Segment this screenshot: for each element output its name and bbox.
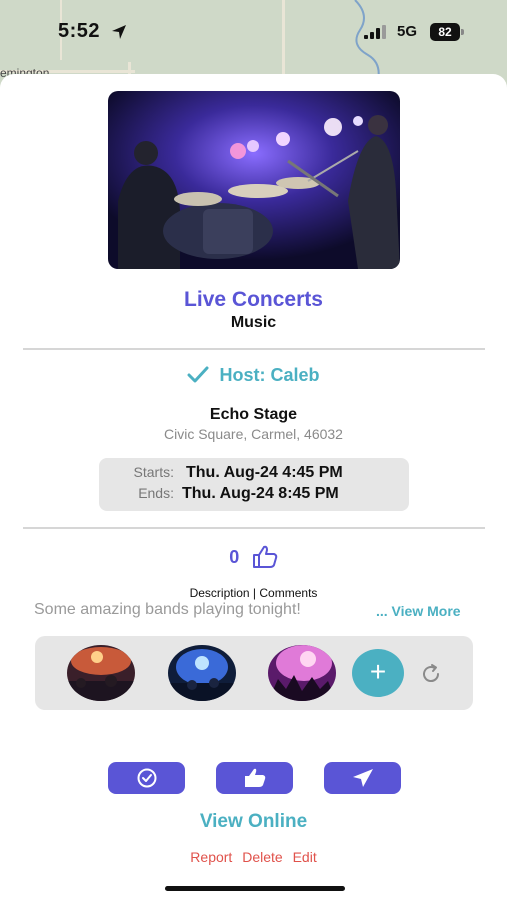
gallery-photo[interactable]: [67, 645, 135, 701]
description-text: Some amazing bands playing tonight!: [34, 601, 301, 618]
venue-address: Civic Square, Carmel, 46032: [164, 426, 343, 442]
starts-value: Thu. Aug-24 4:45 PM: [186, 464, 343, 481]
view-more-link[interactable]: ... View More: [376, 603, 461, 619]
view-online-link[interactable]: View Online: [0, 811, 507, 833]
likes-row: 0: [0, 545, 507, 569]
gallery-photo[interactable]: [268, 645, 336, 701]
report-link[interactable]: Report: [190, 849, 232, 865]
status-bar: 5:52 5G 82: [0, 0, 507, 62]
thumbs-up-outline-icon[interactable]: [252, 545, 278, 569]
battery-level: 82: [430, 23, 460, 41]
gallery-photo[interactable]: [168, 645, 236, 701]
delete-link[interactable]: Delete: [242, 849, 282, 865]
location-arrow-icon: [112, 25, 126, 39]
thumbs-up-icon: [245, 768, 266, 787]
event-detail-sheet: Live Concerts Music Host: Caleb Echo Sta…: [0, 74, 507, 900]
send-arrow-icon: [353, 769, 373, 787]
signal-bars-icon: [364, 25, 386, 39]
starts-label: Starts:: [133, 464, 174, 480]
divider: [23, 348, 485, 350]
description-comments-tabs[interactable]: Description | Comments: [0, 586, 507, 600]
venue-name: Echo Stage: [209, 406, 298, 423]
divider: [23, 527, 485, 529]
status-time: 5:52: [58, 20, 101, 42]
refresh-icon[interactable]: [420, 663, 442, 685]
like-count: 0: [229, 546, 240, 567]
ends-label: Ends:: [138, 485, 174, 501]
battery-icon: 82: [430, 23, 466, 41]
event-category: Music: [230, 314, 277, 331]
ends-value: Thu. Aug-24 8:45 PM: [182, 485, 339, 502]
host-row: Host: Caleb: [0, 365, 507, 386]
event-title: Live Concerts: [184, 288, 323, 311]
network-type: 5G: [397, 23, 418, 40]
ends-row: Ends: Thu. Aug-24 8:45 PM: [99, 485, 409, 507]
like-button[interactable]: [216, 762, 293, 794]
event-time-box: Starts: Thu. Aug-24 4:45 PM Ends: Thu. A…: [99, 458, 409, 511]
add-photo-button[interactable]: +: [352, 649, 404, 697]
share-button[interactable]: [324, 762, 401, 794]
home-indicator: [165, 886, 345, 891]
host-label: Host: Caleb: [219, 365, 320, 385]
check-in-button[interactable]: [108, 762, 185, 794]
check-icon: [187, 366, 209, 383]
check-circle-icon: [137, 768, 157, 788]
starts-row: Starts: Thu. Aug-24 4:45 PM: [99, 464, 409, 486]
footer-links: Report Delete Edit: [0, 849, 507, 865]
edit-link[interactable]: Edit: [293, 849, 317, 865]
event-hero-image: [108, 91, 400, 269]
photo-gallery: +: [35, 636, 473, 710]
